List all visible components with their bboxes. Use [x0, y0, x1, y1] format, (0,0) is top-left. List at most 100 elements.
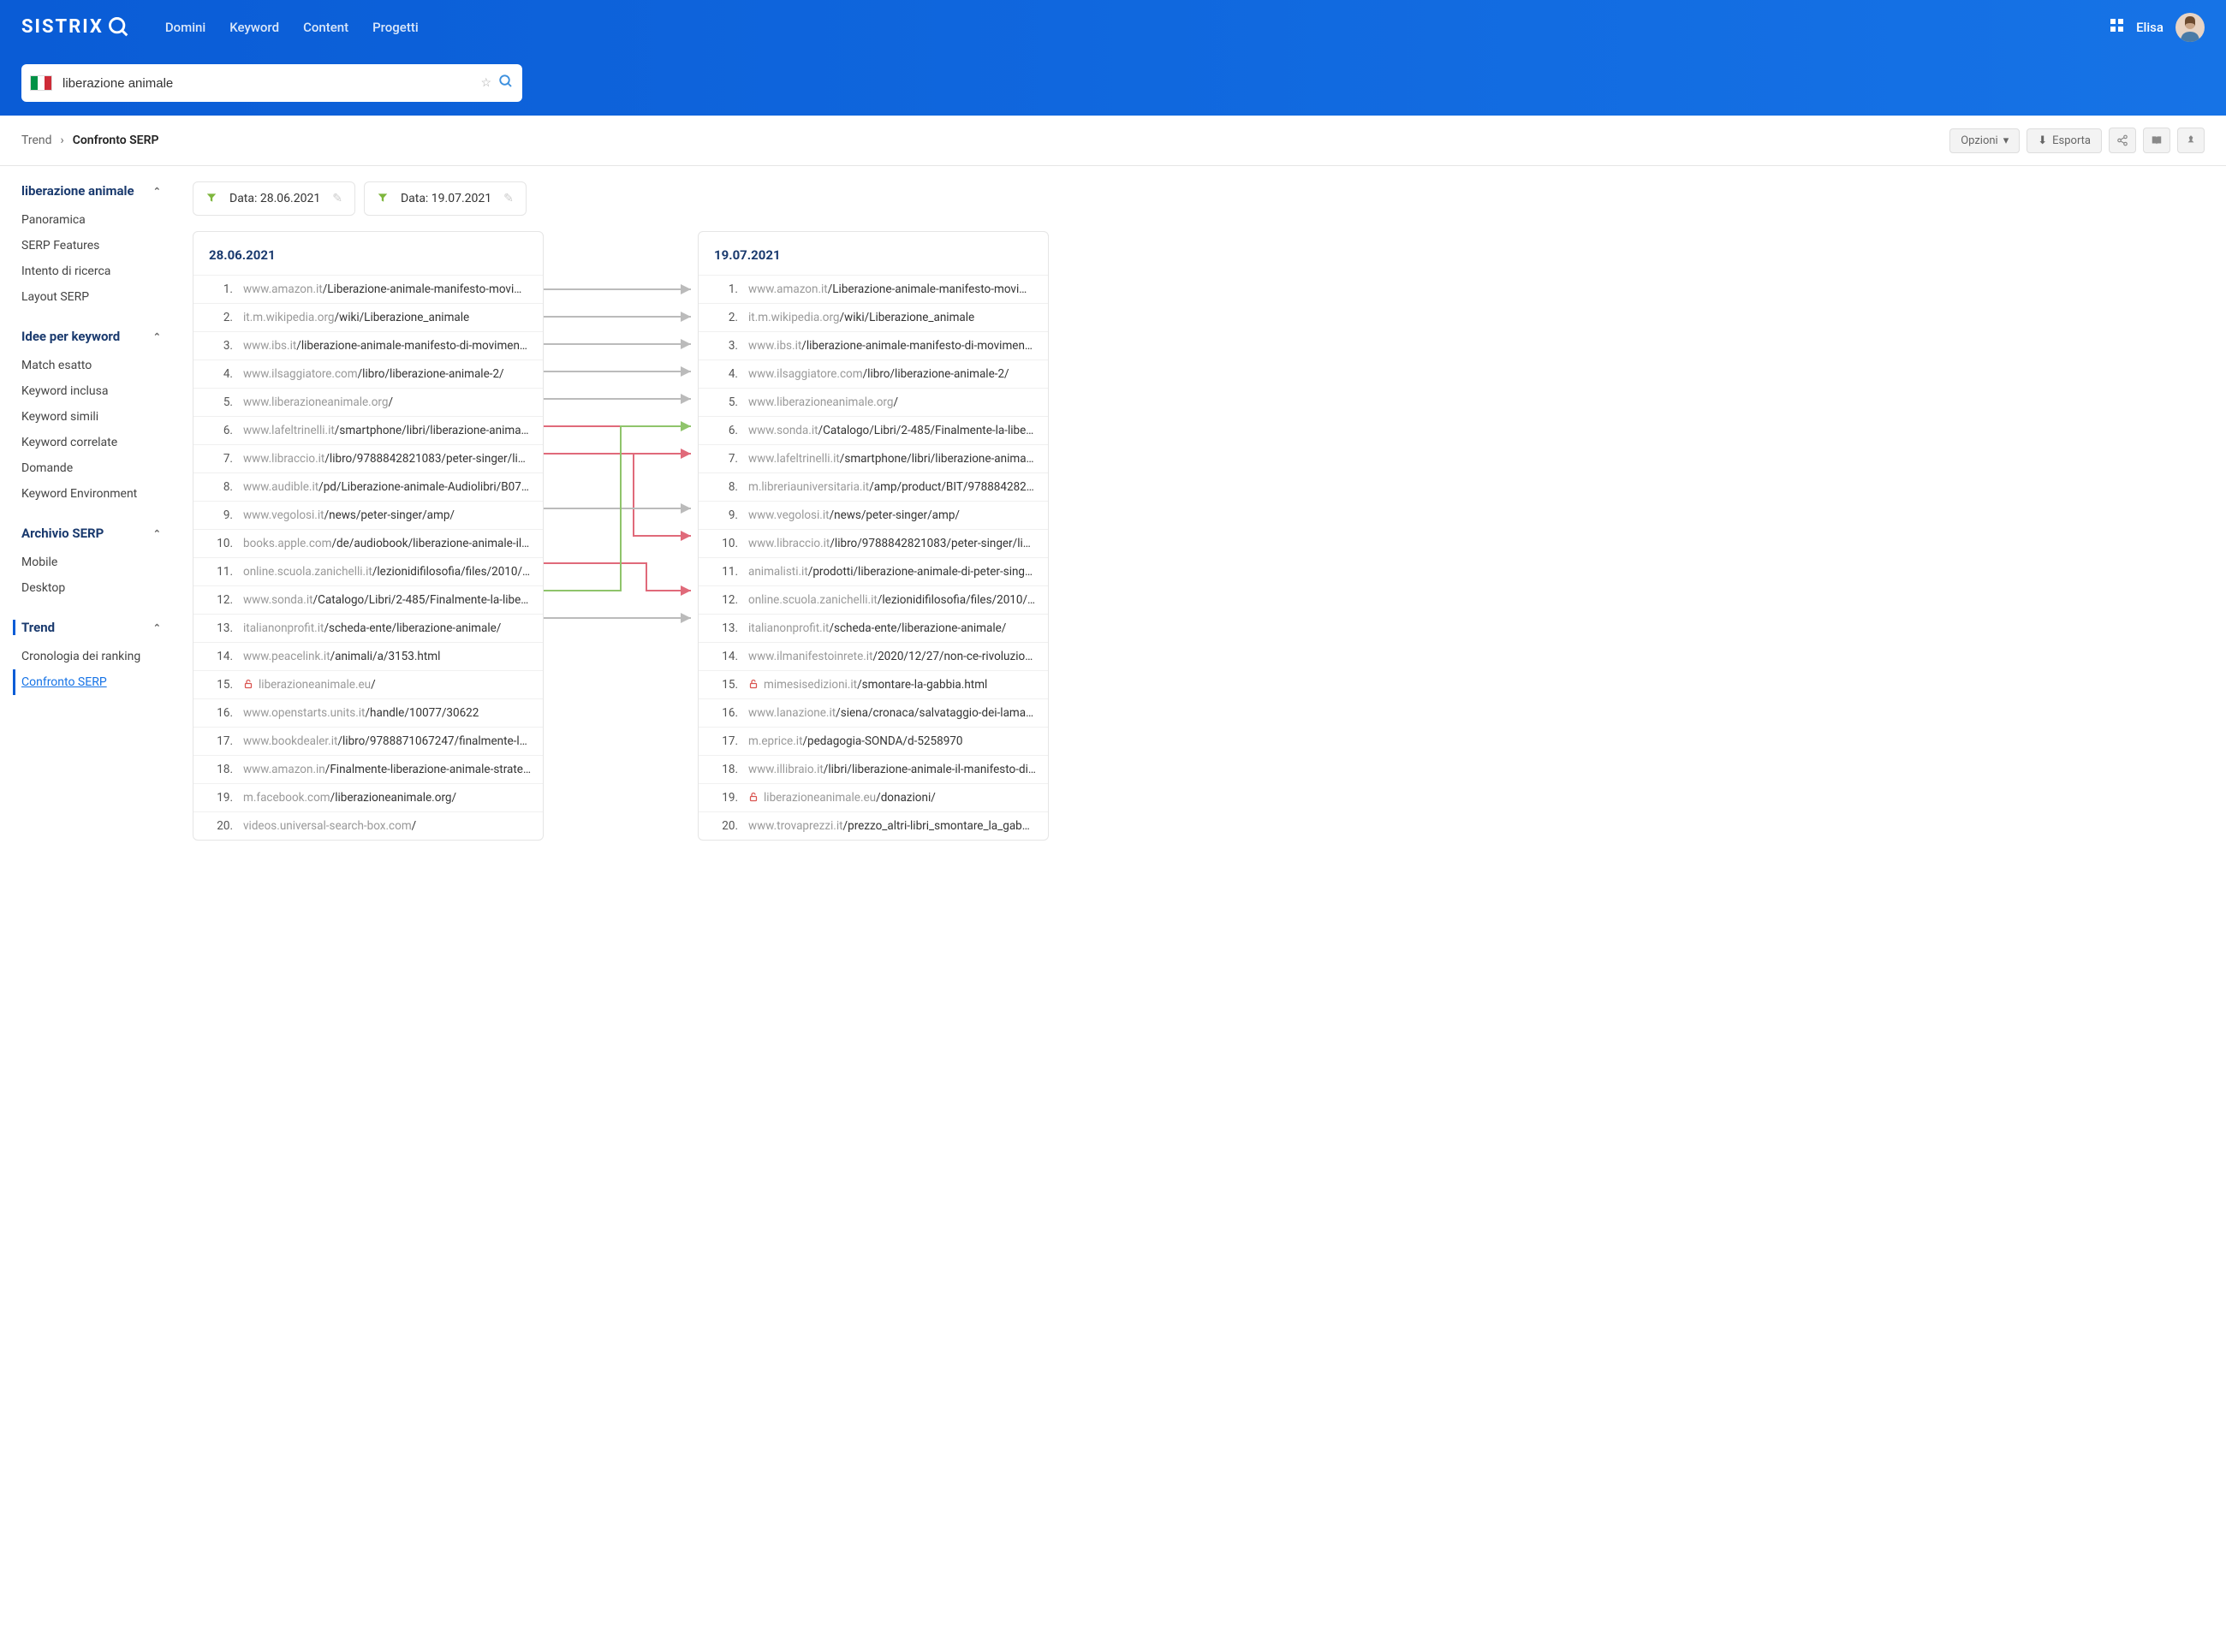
serp-row[interactable]: 4.www.ilsaggiatore.com/libro/liberazione…: [699, 360, 1048, 388]
export-button[interactable]: ⬇ Esporta: [2027, 128, 2102, 153]
options-button[interactable]: Opzioni ▾: [1949, 128, 2020, 153]
nav-link[interactable]: Keyword: [229, 20, 279, 35]
serp-row[interactable]: 5.www.liberazioneanimale.org/: [193, 388, 543, 416]
serp-row[interactable]: 20.videos.universal-search-box.com/: [193, 811, 543, 840]
flag-italy-icon[interactable]: [30, 75, 52, 91]
serp-row[interactable]: 9.www.vegolosi.it/news/peter-singer/amp/: [699, 501, 1048, 529]
serp-row[interactable]: 1.www.amazon.it/Liberazione-animale-mani…: [699, 275, 1048, 303]
pencil-icon[interactable]: ✎: [332, 192, 342, 205]
breadcrumb-parent[interactable]: Trend: [21, 134, 52, 147]
serp-row[interactable]: 5.www.liberazioneanimale.org/: [699, 388, 1048, 416]
serp-row[interactable]: 7.www.libraccio.it/libro/9788842821083/p…: [193, 444, 543, 472]
serp-row[interactable]: 12.www.sonda.it/Catalogo/Libri/2-485/Fin…: [193, 585, 543, 614]
serp-url: www.ilmanifestoinrete.it/2020/12/27/non-…: [748, 650, 1036, 663]
serp-row[interactable]: 3.www.ibs.it/liberazione-animale-manifes…: [193, 331, 543, 360]
sidebar-item[interactable]: Mobile: [21, 550, 171, 575]
serp-rank: 19.: [711, 791, 738, 805]
serp-row[interactable]: 16.www.openstarts.units.it/handle/10077/…: [193, 698, 543, 727]
serp-rank: 12.: [711, 593, 738, 607]
nav-links: Domini Keyword Content Progetti: [165, 20, 419, 35]
serp-row[interactable]: 6.www.lafeltrinelli.it/smartphone/libri/…: [193, 416, 543, 444]
serp-url: www.ilsaggiatore.com/libro/liberazione-a…: [748, 367, 1036, 381]
username[interactable]: Elisa: [2136, 20, 2164, 35]
serp-row[interactable]: 13.italianonprofit.it/scheda-ente/libera…: [193, 614, 543, 642]
serp-row[interactable]: 18.www.amazon.in/Finalmente-liberazione-…: [193, 755, 543, 783]
star-icon[interactable]: ☆: [480, 76, 491, 90]
sidebar-item[interactable]: Cronologia dei ranking: [21, 644, 171, 669]
sidebar-item[interactable]: Keyword inclusa: [21, 378, 171, 404]
search-icon[interactable]: [498, 74, 514, 92]
serp-row[interactable]: 11.online.scuola.zanichelli.it/lezionidi…: [193, 557, 543, 585]
serp-url: www.libraccio.it/libro/9788842821083/pet…: [748, 537, 1036, 550]
sidebar-item[interactable]: Keyword Environment: [21, 481, 171, 507]
sidebar-item[interactable]: Layout SERP: [21, 284, 171, 310]
serp-row[interactable]: 12.online.scuola.zanichelli.it/lezionidi…: [699, 585, 1048, 614]
serp-url: liberazioneanimale.eu/: [259, 678, 531, 692]
sidebar-item[interactable]: Intento di ricerca: [21, 258, 171, 284]
serp-row[interactable]: 7.www.lafeltrinelli.it/smartphone/libri/…: [699, 444, 1048, 472]
sidebar-item[interactable]: Panoramica: [21, 207, 171, 233]
serp-url: www.ilsaggiatore.com/libro/liberazione-a…: [243, 367, 531, 381]
serp-url: m.eprice.it/pedagogia-SONDA/d-5258970: [748, 734, 1036, 748]
sidebar-item[interactable]: Confronto SERP: [13, 669, 171, 695]
serp-row[interactable]: 17.m.eprice.it/pedagogia-SONDA/d-5258970: [699, 727, 1048, 755]
share-icon[interactable]: [2109, 128, 2136, 153]
serp-row[interactable]: 8.m.libreriauniversitaria.it/amp/product…: [699, 472, 1048, 501]
serp-row[interactable]: 20.www.trovaprezzi.it/prezzo_altri-libri…: [699, 811, 1048, 840]
serp-row[interactable]: 14.www.peacelink.it/animali/a/3153.html: [193, 642, 543, 670]
serp-row[interactable]: 19.liberazioneanimale.eu/donazioni/: [699, 783, 1048, 811]
serp-rank: 4.: [205, 367, 233, 381]
serp-row[interactable]: 15.liberazioneanimale.eu/: [193, 670, 543, 698]
apps-icon[interactable]: [2110, 19, 2124, 36]
serp-row[interactable]: 16.www.lanazione.it/siena/cronaca/salvat…: [699, 698, 1048, 727]
serp-row[interactable]: 17.www.bookdealer.it/libro/9788871067247…: [193, 727, 543, 755]
serp-row[interactable]: 14.www.ilmanifestoinrete.it/2020/12/27/n…: [699, 642, 1048, 670]
serp-url: www.sonda.it/Catalogo/Libri/2-485/Finalm…: [243, 593, 531, 607]
serp-rank: 3.: [205, 339, 233, 353]
nav-link[interactable]: Domini: [165, 20, 205, 35]
sidebar-section-title[interactable]: liberazione animale⌃: [21, 183, 171, 199]
serp-row[interactable]: 9.www.vegolosi.it/news/peter-singer/amp/: [193, 501, 543, 529]
search-input[interactable]: [62, 76, 473, 91]
serp-rank: 20.: [711, 819, 738, 833]
sidebar-section-title[interactable]: Archivio SERP⌃: [21, 526, 171, 541]
serp-row[interactable]: 15.mimesisedizioni.it/smontare-la-gabbia…: [699, 670, 1048, 698]
sidebar-item[interactable]: Match esatto: [21, 353, 171, 378]
serp-rank: 8.: [205, 480, 233, 494]
serp-row[interactable]: 8.www.audible.it/pd/Liberazione-animale-…: [193, 472, 543, 501]
serp-row[interactable]: 13.italianonprofit.it/scheda-ente/libera…: [699, 614, 1048, 642]
filter-date-right[interactable]: Data: 19.07.2021 ✎: [364, 181, 527, 216]
nav-link[interactable]: Content: [303, 20, 348, 35]
sidebar-item[interactable]: SERP Features: [21, 233, 171, 258]
serp-row[interactable]: 4. www.ilsaggiatore.com/libro/liberazione…: [193, 360, 543, 388]
sidebar-item[interactable]: Keyword simili: [21, 404, 171, 430]
serp-rank: 13.: [205, 621, 233, 635]
logo[interactable]: SISTRIX: [21, 15, 131, 39]
serp-url: mimesisedizioni.it/smontare-la-gabbia.ht…: [764, 678, 1036, 692]
sidebar-item[interactable]: Keyword correlate: [21, 430, 171, 455]
serp-row[interactable]: 10.books.apple.com/de/audiobook/liberazi…: [193, 529, 543, 557]
serp-row[interactable]: 1.www.amazon.it/Liberazione-animale-mani…: [193, 275, 543, 303]
filter-date-left[interactable]: Data: 28.06.2021 ✎: [193, 181, 355, 216]
serp-row[interactable]: 10.www.libraccio.it/libro/9788842821083/…: [699, 529, 1048, 557]
sidebar-section-title[interactable]: Trend⌃: [13, 620, 171, 635]
serp-row[interactable]: 18.www.illibraio.it/libri/liberazione-an…: [699, 755, 1048, 783]
nav-link[interactable]: Progetti: [372, 20, 419, 35]
serp-row[interactable]: 2.it.m.wikipedia.org/wiki/Liberazione_an…: [699, 303, 1048, 331]
avatar[interactable]: [2175, 13, 2205, 42]
pencil-icon[interactable]: ✎: [503, 192, 514, 205]
serp-row[interactable]: 19.m.facebook.com/liberazioneanimale.org…: [193, 783, 543, 811]
download-icon: ⬇: [2038, 134, 2047, 147]
serp-url: www.amazon.in/Finalmente-liberazione-ani…: [243, 763, 531, 776]
sidebar-item[interactable]: Domande: [21, 455, 171, 481]
serp-row[interactable]: 2.it.m.wikipedia.org/wiki/Liberazione_an…: [193, 303, 543, 331]
serp-row[interactable]: 11.animalisti.it/prodotti/liberazione-an…: [699, 557, 1048, 585]
sidebar-item[interactable]: Desktop: [21, 575, 171, 601]
serp-rank: 1.: [711, 282, 738, 296]
serp-url: m.facebook.com/liberazioneanimale.org/: [243, 791, 531, 805]
book-icon[interactable]: [2143, 128, 2170, 153]
serp-row[interactable]: 3.www.ibs.it/liberazione-animale-manifes…: [699, 331, 1048, 360]
pushpin-icon[interactable]: [2177, 128, 2205, 153]
serp-row[interactable]: 6.www.sonda.it/Catalogo/Libri/2-485/Fina…: [699, 416, 1048, 444]
sidebar-section-title[interactable]: Idee per keyword⌃: [21, 329, 171, 344]
